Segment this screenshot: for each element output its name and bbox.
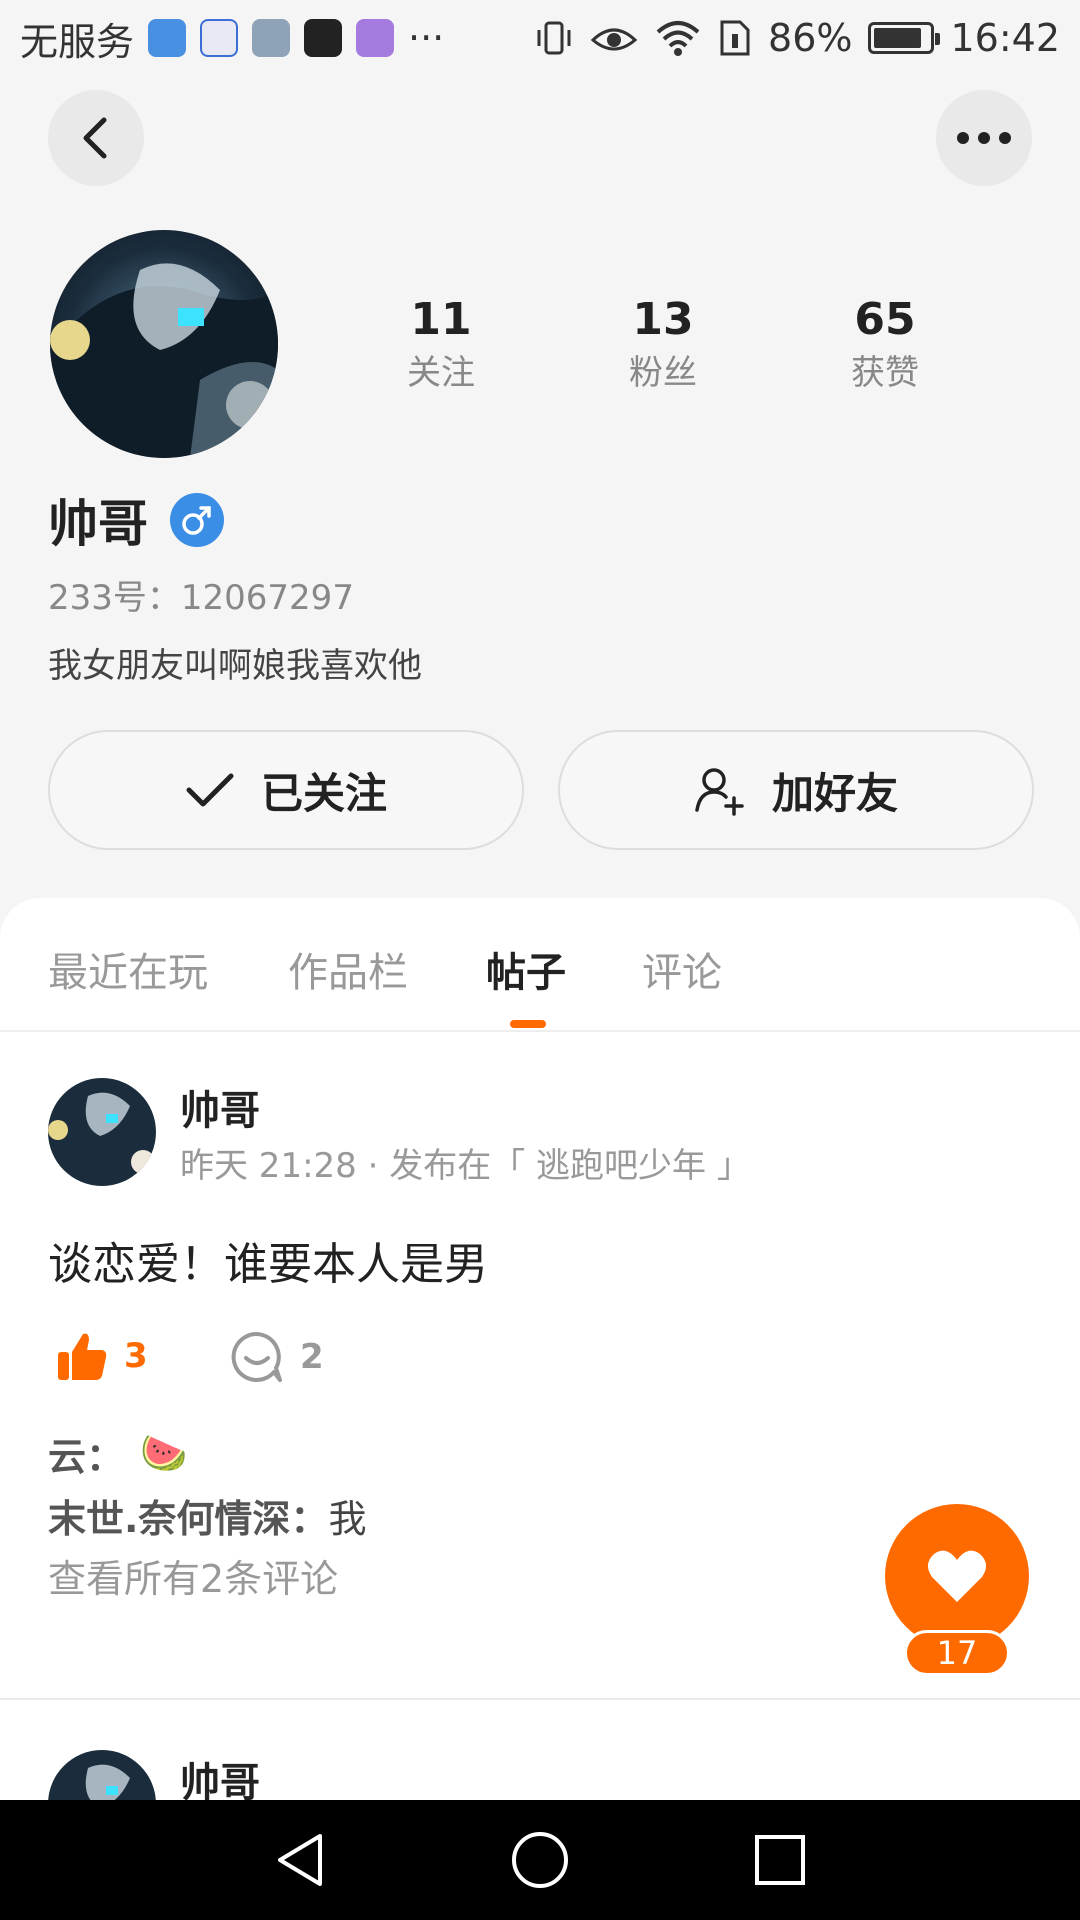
back-button[interactable] [48, 90, 144, 186]
thumbs-up-icon [58, 1333, 107, 1380]
add-friend-label: 加好友 [771, 768, 898, 818]
triangle-back-icon [278, 1834, 322, 1886]
post-author-avatar[interactable] [48, 1078, 156, 1186]
comment-item[interactable]: 末世.奈何情深： 我 [48, 1488, 366, 1543]
battery-percent: 86% [768, 16, 853, 60]
post-meta: 昨天 21:28 · 发布在「 逃跑吧少年 」 [180, 1146, 751, 1186]
system-nav-bar [0, 1800, 1080, 1920]
comment-item[interactable]: 云： 🍉 [48, 1426, 187, 1481]
comment-user: 云： [48, 1435, 125, 1479]
stat-number: 65 [854, 294, 916, 345]
nav-recents-button[interactable] [750, 1830, 810, 1890]
battery-icon [868, 22, 941, 54]
comment-count: 2 [300, 1337, 324, 1377]
nav-home-button[interactable] [510, 1830, 570, 1890]
wifi-icon [656, 21, 700, 56]
stat-number: 13 [632, 294, 694, 345]
stat-followers[interactable]: 13 粉丝 [552, 292, 774, 398]
comment-text: 我 [328, 1497, 367, 1541]
status-bar: 无服务 ··· 86% 16:42 [0, 0, 1080, 76]
stat-label: 关注 [407, 353, 475, 393]
carrier-text: 无服务 [20, 19, 135, 64]
more-options-button[interactable] [936, 90, 1032, 186]
circle-home-icon [512, 1832, 568, 1888]
comment-user: 末世.奈何情深： [48, 1497, 329, 1541]
profile-stats: 11 关注 13 粉丝 65 获赞 [330, 292, 1030, 398]
stat-label: 获赞 [851, 353, 919, 393]
like-count: 3 [124, 1336, 148, 1376]
post-author-name[interactable]: 帅哥 [180, 1078, 260, 1136]
heart-icon [927, 1550, 987, 1602]
comment-icon [231, 1331, 282, 1382]
gallery-app-icon [252, 19, 291, 57]
tab-comments[interactable]: 评论 [642, 940, 722, 998]
floating-like-count: 17 [904, 1630, 1010, 1676]
user-name-row: 帅哥 [48, 484, 224, 556]
followed-button[interactable]: 已关注 [48, 730, 524, 850]
vibrate-icon [537, 21, 571, 55]
keyboard-app-icon [356, 19, 395, 57]
followed-label: 已关注 [260, 768, 387, 818]
tab-bar: 最近在玩 作品栏 帖子 评论 [0, 898, 1080, 1032]
profile-avatar[interactable] [50, 230, 278, 458]
sim-icon [720, 20, 750, 56]
tab-recently-played[interactable]: 最近在玩 [48, 940, 208, 998]
view-all-comments-link[interactable]: 查看所有2条评论 [48, 1548, 338, 1603]
active-tab-indicator [510, 1020, 546, 1028]
stat-number: 11 [410, 294, 472, 345]
tab-works[interactable]: 作品栏 [288, 940, 408, 998]
content-card: 最近在玩 作品栏 帖子 评论 帅哥 昨天 21:28 · 发布在「 逃跑吧少年 … [0, 898, 1080, 1920]
stat-likes-received[interactable]: 65 获赞 [774, 292, 996, 398]
post-comment-button[interactable]: 2 [230, 1330, 324, 1384]
stat-label: 粉丝 [629, 353, 697, 393]
add-user-icon [695, 768, 744, 816]
floating-like-button[interactable] [885, 1504, 1029, 1648]
post-like-button[interactable]: 3 [56, 1330, 148, 1382]
news-app-icon [304, 19, 343, 57]
battery-level-fill [874, 28, 921, 48]
user-bio: 我女朋友叫啊娘我喜欢他 [48, 646, 422, 686]
post-text: 谈恋爱！谁要本人是男 [48, 1239, 488, 1290]
square-recents-icon [755, 1835, 805, 1885]
more-notifications-icon: ··· [408, 16, 445, 60]
check-icon [186, 773, 234, 807]
user-id: 233号：12067297 [48, 578, 354, 618]
male-gender-icon [170, 493, 224, 547]
clock: 16:42 [950, 16, 1060, 60]
eye-icon [590, 28, 638, 51]
baidu-app-icon [200, 19, 239, 57]
user-name: 帅哥 [48, 495, 148, 553]
watermelon-emoji: 🍉 [140, 1431, 188, 1475]
add-friend-button[interactable]: 加好友 [558, 730, 1034, 850]
stat-following[interactable]: 11 关注 [330, 292, 552, 398]
nav-back-button[interactable] [270, 1830, 330, 1890]
chevron-left-icon [83, 117, 107, 159]
ellipsis-icon [957, 132, 1011, 144]
tab-posts[interactable]: 帖子 [486, 940, 566, 998]
health-app-icon [148, 19, 187, 57]
